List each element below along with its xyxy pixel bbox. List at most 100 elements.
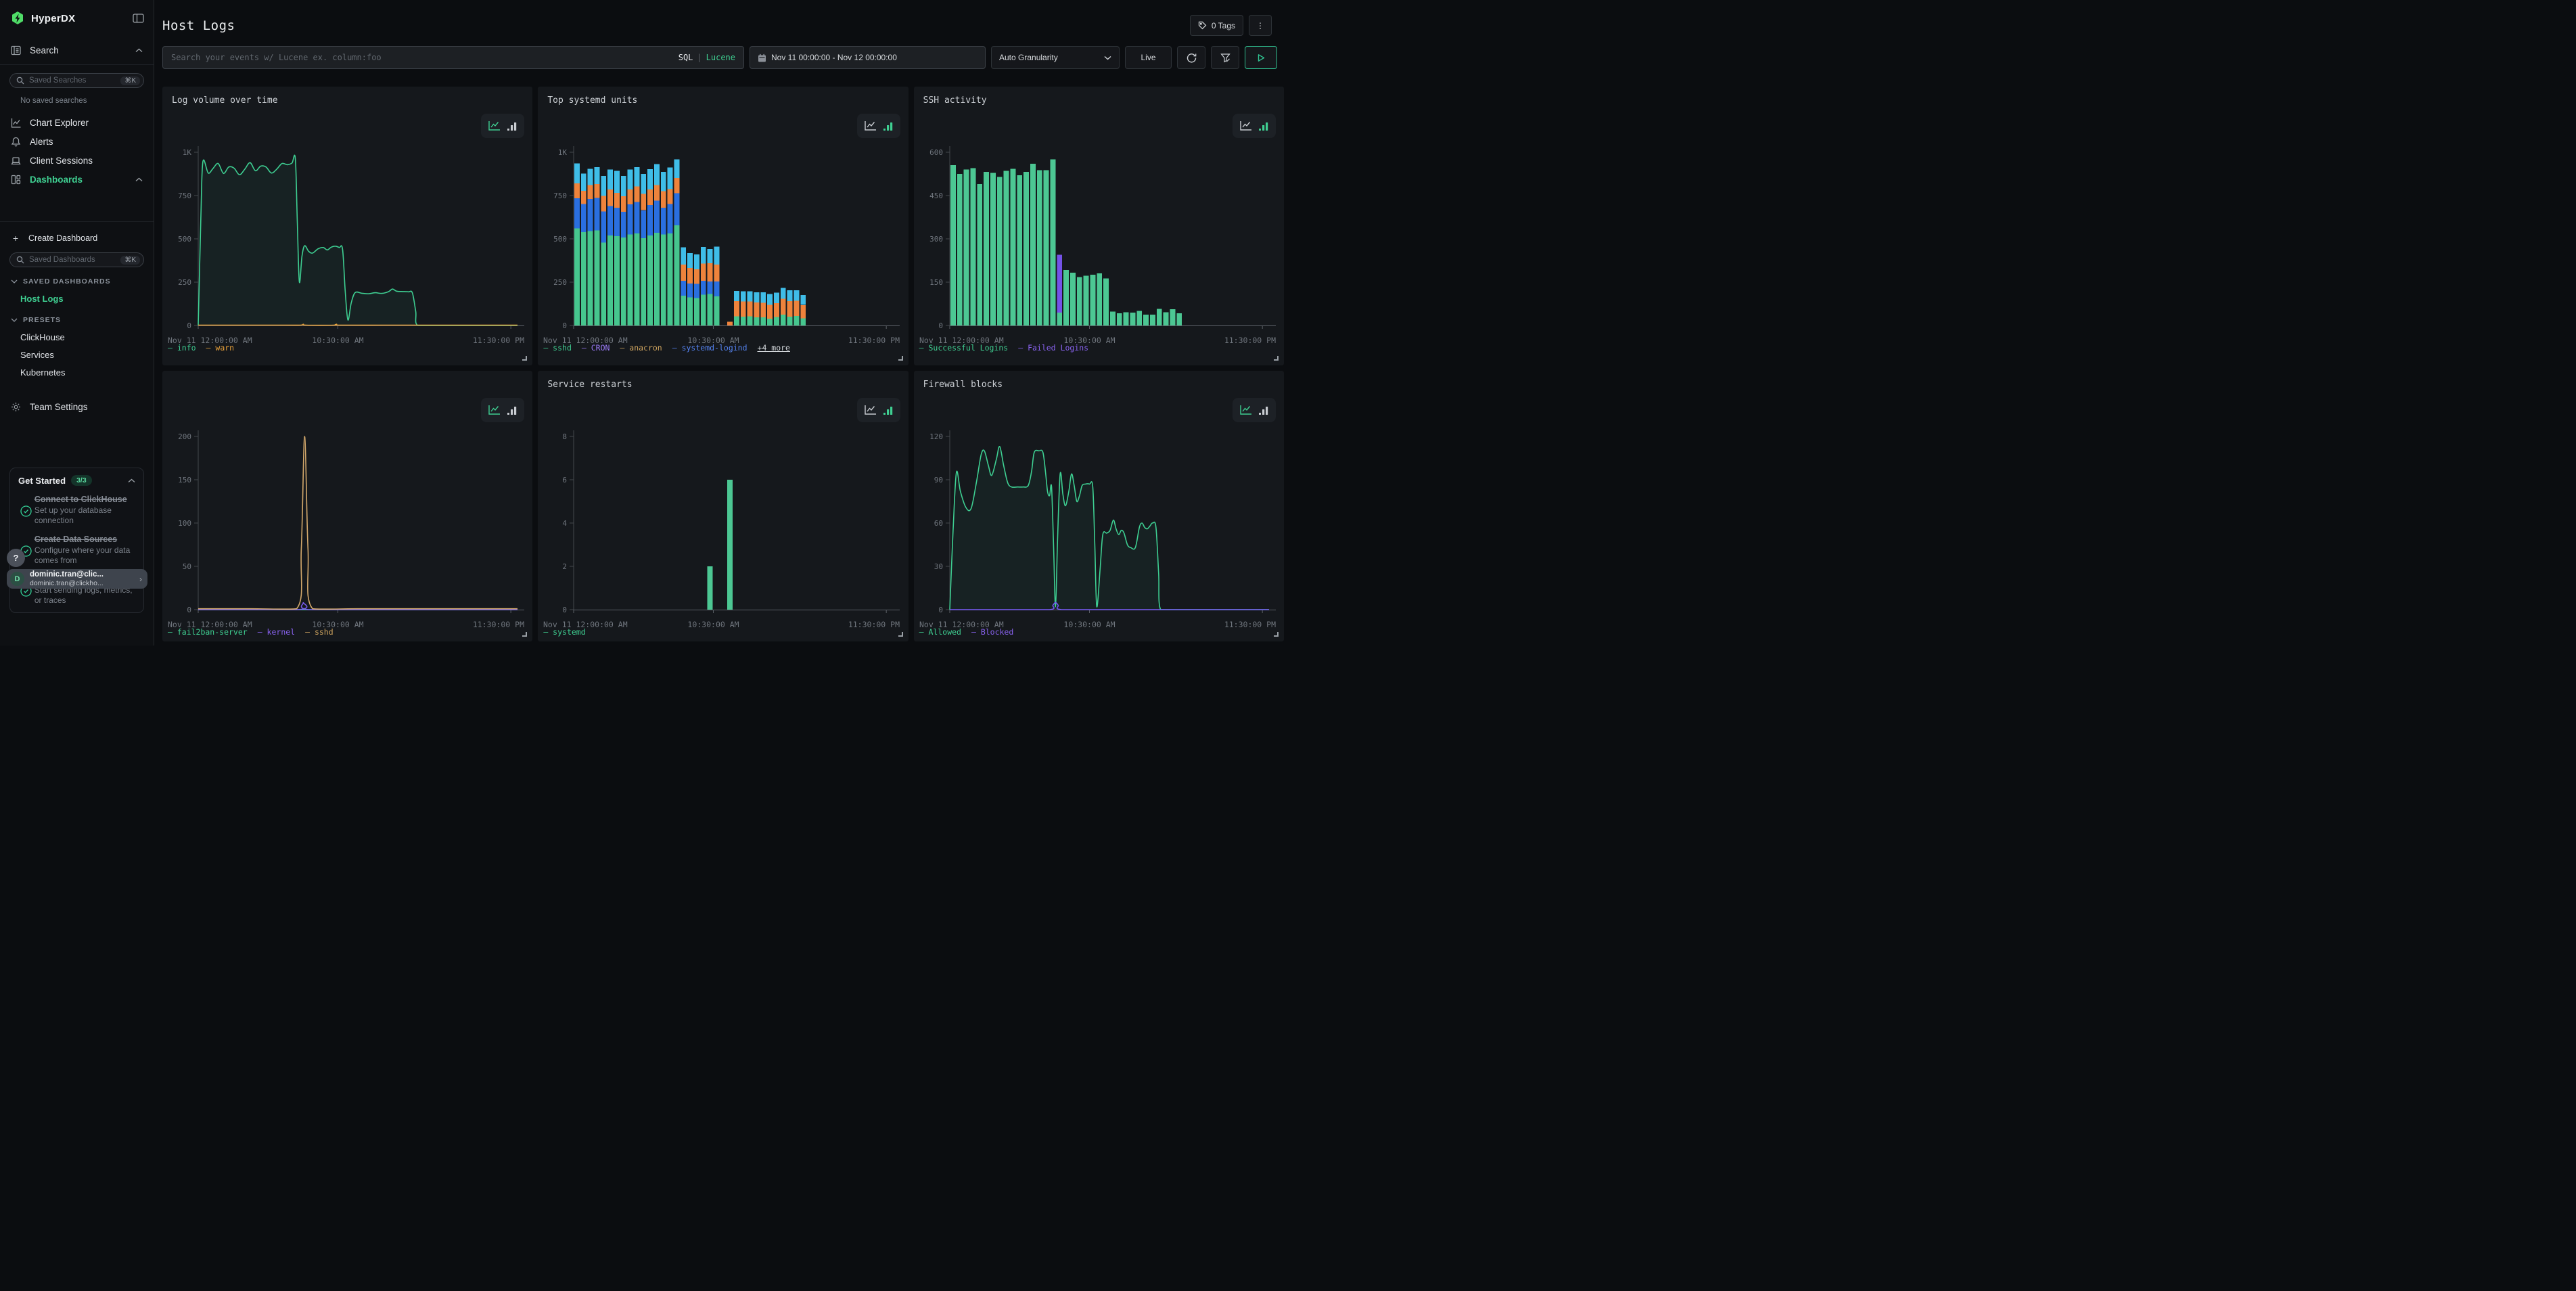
legend-item[interactable]: — fail2ban-server — [168, 627, 248, 637]
series-sshd — [198, 436, 518, 609]
legend-item[interactable]: — CRON — [582, 343, 610, 353]
sidebar-item-host-logs[interactable]: Host Logs — [0, 292, 154, 306]
search-input[interactable] — [171, 53, 678, 62]
user-email: dominic.tran@clickho... — [30, 579, 139, 587]
resize-handle[interactable] — [522, 356, 527, 361]
granularity-select[interactable]: Auto Granularity — [991, 46, 1120, 69]
hyperdx-app: HyperDX Search Saved Searches ⌘K No save — [0, 0, 1288, 646]
filter-button[interactable] — [1211, 46, 1239, 69]
legend-item[interactable]: — systemd-logind — [672, 343, 748, 353]
series-systemd — [708, 480, 733, 610]
resize-handle[interactable] — [1274, 632, 1279, 637]
bar-mode-icon[interactable] — [507, 121, 518, 131]
brand-row: HyperDX — [0, 0, 154, 26]
legend-item[interactable]: — sshd — [543, 343, 572, 353]
sidebar-item-alerts[interactable]: Alerts — [0, 132, 154, 151]
date-range-input[interactable]: Nov 11 00:00:00 - Nov 12 00:00:00 — [750, 46, 986, 69]
create-dashboard-button[interactable]: + Create Dashboard — [0, 231, 154, 246]
y-tick-label: 90 — [934, 476, 942, 484]
more-options-button[interactable]: ⋮ — [1249, 15, 1272, 36]
y-tick-label: 2 — [563, 562, 568, 571]
y-tick-label: 8 — [563, 432, 568, 441]
sidebar-item-dashboards[interactable]: Dashboards — [0, 170, 154, 189]
sidebar-nav: Chart Explorer Alerts Client Sessions Da… — [0, 113, 154, 189]
line-mode-icon[interactable] — [1239, 405, 1253, 416]
bar-mode-icon[interactable] — [883, 405, 894, 415]
presets-group-header[interactable]: PRESETS — [0, 316, 154, 324]
sidebar-item-clickhouse[interactable]: ClickHouse — [0, 330, 154, 344]
filter-icon — [1220, 53, 1230, 63]
resize-handle[interactable] — [898, 356, 903, 361]
line-mode-icon[interactable] — [488, 120, 501, 132]
user-menu[interactable]: D dominic.tran@clic... dominic.tran@clic… — [7, 569, 147, 589]
series-info — [198, 155, 518, 325]
sidebar-item-team-settings[interactable]: Team Settings — [0, 399, 154, 415]
line-mode-icon[interactable] — [488, 405, 501, 416]
legend-item[interactable]: — warn — [206, 343, 235, 353]
sidebar-item-search[interactable]: Search — [0, 42, 154, 58]
line-mode-icon[interactable] — [864, 405, 877, 416]
refresh-button[interactable] — [1177, 46, 1205, 69]
sidebar-item-client-sessions[interactable]: Client Sessions — [0, 151, 154, 170]
user-name: dominic.tran@clic... — [30, 570, 139, 579]
chart-plot: 200150100500Nov 11 12:00:00 AM10:30:00 A… — [162, 371, 532, 641]
chart-title: SSH activity — [923, 95, 987, 106]
x-tick-label: 11:30:00 PM — [848, 336, 900, 345]
lucene-mode-toggle[interactable]: Lucene — [706, 53, 735, 62]
chevron-up-icon[interactable] — [128, 478, 135, 483]
sql-mode-toggle[interactable]: SQL — [678, 53, 693, 62]
check-circle-icon — [18, 495, 34, 526]
legend-item[interactable]: — anacron — [620, 343, 662, 353]
y-tick-label: 250 — [178, 278, 191, 287]
line-mode-icon[interactable] — [864, 120, 877, 132]
y-tick-label: 6 — [563, 476, 568, 484]
resize-handle[interactable] — [522, 632, 527, 637]
legend-item[interactable]: — Blocked — [971, 627, 1013, 637]
saved-dashboards-group-header[interactable]: SAVED DASHBOARDS — [0, 277, 154, 286]
saved-searches-input[interactable]: Saved Searches ⌘K — [9, 73, 144, 88]
y-tick-label: 500 — [553, 235, 567, 244]
y-tick-label: 750 — [178, 191, 191, 200]
y-tick-label: 250 — [553, 278, 567, 287]
chart-plot: 1209060300Nov 11 12:00:00 AM10:30:00 AM1… — [914, 371, 1284, 641]
chart-title: Top systemd units — [547, 95, 637, 106]
search-icon — [16, 256, 24, 264]
run-query-button[interactable] — [1245, 46, 1277, 69]
sidebar-item-kubernetes[interactable]: Kubernetes — [0, 365, 154, 380]
collapse-sidebar-icon[interactable] — [133, 14, 144, 23]
y-tick-label: 60 — [934, 519, 942, 528]
gear-icon — [11, 402, 21, 412]
sidebar-item-chart-explorer[interactable]: Chart Explorer — [0, 113, 154, 132]
get-started-step[interactable]: Connect to ClickHouse Set up your databa… — [18, 495, 135, 526]
get-started-progress-badge: 3/3 — [71, 475, 92, 486]
y-tick-label: 1K — [558, 148, 568, 157]
legend-item[interactable]: — systemd — [543, 627, 585, 637]
legend-item[interactable]: — Successful Logins — [919, 343, 1009, 353]
tags-button[interactable]: 0 Tags — [1190, 15, 1243, 36]
legend-item[interactable]: — kernel — [258, 627, 295, 637]
help-button[interactable]: ? — [7, 549, 25, 567]
legend-item[interactable]: — Allowed — [919, 627, 961, 637]
legend-item[interactable]: — sshd — [305, 627, 334, 637]
y-tick-label: 1K — [183, 148, 192, 157]
hyperdx-logo-icon — [10, 11, 25, 26]
live-button[interactable]: Live — [1125, 46, 1172, 69]
line-mode-icon[interactable] — [1239, 120, 1253, 132]
x-tick-label: 11:30:00 PM — [473, 620, 524, 629]
y-tick-label: 450 — [929, 191, 943, 200]
legend-item[interactable]: — Failed Logins — [1018, 343, 1088, 353]
resize-handle[interactable] — [898, 632, 903, 637]
bar-mode-icon[interactable] — [1258, 121, 1269, 131]
resize-handle[interactable] — [1274, 356, 1279, 361]
chart-legend: — fail2ban-server — kernel — sshd — [168, 627, 334, 637]
get-started-step[interactable]: Create Data Sources Configure where your… — [18, 535, 135, 566]
sidebar-item-services[interactable]: Services — [0, 348, 154, 362]
legend-item[interactable]: — info — [168, 343, 196, 353]
y-tick-label: 150 — [929, 278, 943, 287]
bar-mode-icon[interactable] — [507, 405, 518, 415]
legend-more-link[interactable]: +4 more — [758, 343, 790, 353]
bar-mode-icon[interactable] — [883, 121, 894, 131]
bar-mode-icon[interactable] — [1258, 405, 1269, 415]
saved-dashboards-input[interactable]: Saved Dashboards ⌘K — [9, 252, 144, 267]
chevron-down-icon — [11, 318, 18, 322]
